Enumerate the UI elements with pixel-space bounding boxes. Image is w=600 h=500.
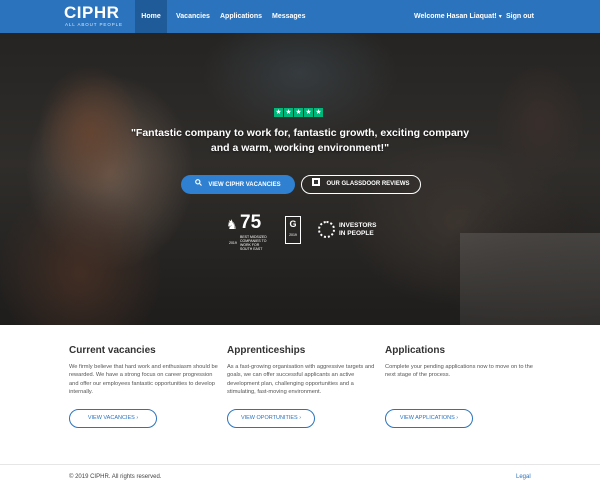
testimonial-quote: "Fantastic company to work for, fantasti… bbox=[130, 127, 470, 154]
star-icon: ★ bbox=[304, 108, 313, 117]
awards-row: ♞ 75 BEST MIDSIZED COMPANIES TO WORK FOR… bbox=[0, 209, 600, 252]
section-text: As a fast-growing organisation with aggr… bbox=[227, 364, 375, 395]
trustpilot-rating: ★ ★ ★ ★ ★ bbox=[274, 108, 323, 117]
view-applications-button[interactable]: VIEW APPLICATIONS › bbox=[385, 409, 473, 428]
section-title: Apprenticeships bbox=[227, 345, 306, 356]
iip-line1: INVESTORS bbox=[339, 222, 377, 229]
best-companies-award: ♞ 75 BEST MIDSIZED COMPANIES TO WORK FOR… bbox=[226, 212, 272, 252]
ciphr-logo[interactable]: CIPHR ALL ABOUT PEOPLE bbox=[64, 4, 124, 30]
glassdoor-label: OUR GLASSDOOR REVIEWS bbox=[326, 181, 410, 187]
lion-icon: ♞ bbox=[226, 217, 238, 232]
award-number: 75 bbox=[240, 212, 262, 233]
nav-home[interactable]: Home bbox=[135, 0, 167, 33]
view-ciphr-vacancies-button[interactable]: VIEW CIPHR VACANCIES bbox=[181, 175, 295, 194]
award-caption: BEST MIDSIZED COMPANIES TO WORK FOR SOUT… bbox=[240, 235, 267, 251]
section-text: Complete your pending applications now t… bbox=[385, 364, 533, 379]
glassdoor-reviews-button[interactable]: OUR GLASSDOOR REVIEWS bbox=[301, 175, 421, 194]
view-opportunities-button[interactable]: VIEW OPORTUNITIES › bbox=[227, 409, 315, 428]
star-icon: ★ bbox=[274, 108, 283, 117]
glassdoor-badge-year: 2019 bbox=[289, 233, 297, 237]
investors-in-people-award: INVESTORS IN PEOPLE bbox=[318, 219, 388, 241]
section-text: We firmly believe that hard work and ent… bbox=[69, 364, 218, 395]
footer-divider bbox=[0, 464, 600, 465]
section-title: Applications bbox=[385, 345, 446, 356]
iip-wreath-icon bbox=[318, 221, 335, 238]
star-icon: ★ bbox=[284, 108, 293, 117]
glassdoor-badge-letter: G bbox=[289, 219, 297, 229]
signout-link[interactable]: Sign out bbox=[498, 0, 542, 33]
logo-text: CIPHR bbox=[64, 3, 120, 22]
view-vacancies-button[interactable]: VIEW VACANCIES › bbox=[69, 409, 157, 428]
iip-line2: IN PEOPLE bbox=[339, 229, 374, 237]
view-vacancies-label: VIEW CIPHR VACANCIES bbox=[208, 182, 281, 188]
star-icon: ★ bbox=[294, 108, 303, 117]
hero-overlay bbox=[0, 33, 600, 325]
nav-vacancies[interactable]: Vacancies bbox=[168, 0, 218, 33]
nav-messages[interactable]: Messages bbox=[264, 0, 313, 33]
search-icon bbox=[195, 175, 203, 194]
section-apprenticeships: Apprenticeships As a fast-growing organi… bbox=[227, 344, 377, 396]
legal-link[interactable]: Legal bbox=[516, 474, 531, 480]
star-icon: ★ bbox=[314, 108, 323, 117]
copyright-text: © 2019 CIPHR. All rights reserved. bbox=[69, 474, 162, 480]
user-menu-dropdown[interactable]: Welcome Hasan Liaquat! ▾ bbox=[406, 0, 510, 33]
section-current-vacancies: Current vacancies We firmly believe that… bbox=[69, 344, 219, 396]
user-welcome-label: Welcome Hasan Liaquat! bbox=[414, 13, 497, 20]
hero-banner: ★ ★ ★ ★ ★ "Fantastic company to work for… bbox=[0, 33, 600, 325]
section-applications: Applications Complete your pending appli… bbox=[385, 344, 535, 380]
nav-applications[interactable]: Applications bbox=[212, 0, 270, 33]
glassdoor-award: G 2019 bbox=[285, 216, 301, 244]
glassdoor-icon bbox=[312, 178, 321, 187]
iip-text: INVESTORS IN PEOPLE bbox=[339, 222, 376, 237]
award-year: 2019 bbox=[229, 241, 237, 245]
section-title: Current vacancies bbox=[69, 345, 156, 356]
logo-tagline: ALL ABOUT PEOPLE bbox=[65, 22, 123, 27]
top-navbar: CIPHR ALL ABOUT PEOPLE Home Vacancies Ap… bbox=[0, 0, 600, 33]
